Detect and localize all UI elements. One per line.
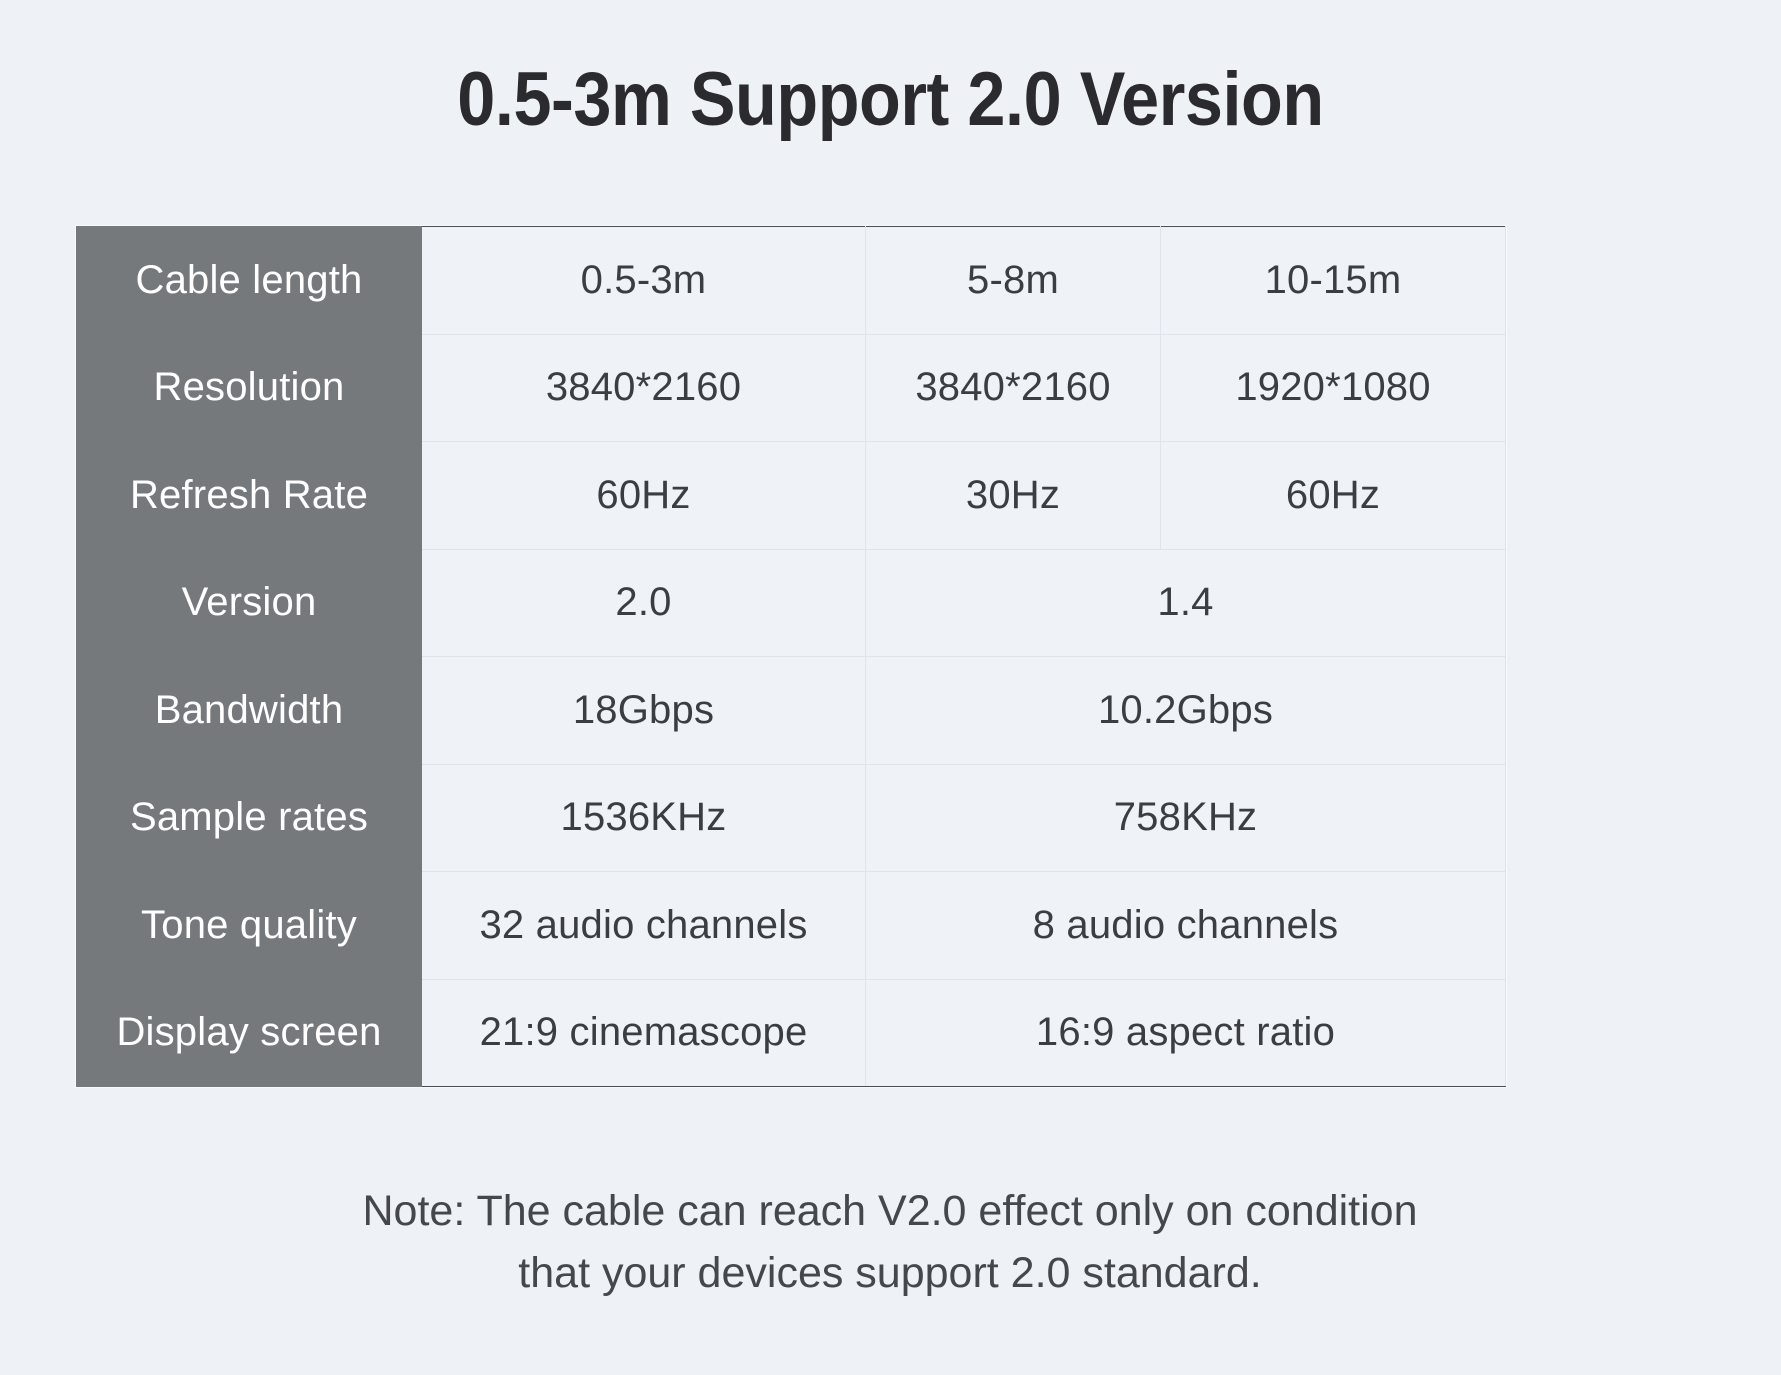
footnote-line-2: that your devices support 2.0 standard. — [518, 1249, 1262, 1298]
cell-bandwidth-col1: 18Gbps — [421, 656, 866, 765]
cell-resolution-col1: 3840*2160 — [421, 333, 866, 442]
row-label-cable-length: Cable length — [76, 226, 422, 335]
table-row: Bandwidth 18Gbps 10.2Gbps — [76, 656, 1506, 765]
table-row: Sample rates 1536KHz 758KHz — [76, 763, 1506, 872]
row-label-resolution: Resolution — [76, 333, 422, 442]
row-label-version: Version — [76, 548, 422, 657]
spec-table-container: Cable length 0.5-3m 5-8m 10-15m Resoluti… — [76, 226, 1506, 1087]
table-row: Refresh Rate 60Hz 30Hz 60Hz — [76, 441, 1506, 550]
row-label-bandwidth: Bandwidth — [76, 656, 422, 765]
cell-cable-length-col3: 10-15m — [1160, 226, 1506, 335]
cell-resolution-col2: 3840*2160 — [865, 333, 1161, 442]
table-row: Cable length 0.5-3m 5-8m 10-15m — [76, 226, 1506, 335]
cell-display-screen-merged: 16:9 aspect ratio — [865, 978, 1506, 1087]
row-label-refresh-rate: Refresh Rate — [76, 441, 422, 550]
spec-sheet-page: 0.5-3m Support 2.0 Version Cable length … — [0, 0, 1781, 1375]
row-label-sample-rates: Sample rates — [76, 763, 422, 872]
cell-cable-length-col1: 0.5-3m — [421, 226, 866, 335]
page-title: 0.5-3m Support 2.0 Version — [457, 57, 1324, 142]
table-row: Resolution 3840*2160 3840*2160 1920*1080 — [76, 333, 1506, 442]
table-row: Version 2.0 1.4 — [76, 548, 1506, 657]
footnote: Note: The cable can reach V2.0 effect on… — [190, 1180, 1590, 1305]
cell-refresh-rate-col2: 30Hz — [865, 441, 1161, 550]
cell-bandwidth-merged: 10.2Gbps — [865, 656, 1506, 765]
cell-resolution-col3: 1920*1080 — [1160, 333, 1506, 442]
row-label-tone-quality: Tone quality — [76, 871, 422, 980]
cell-refresh-rate-col3: 60Hz — [1160, 441, 1506, 550]
row-label-display-screen: Display screen — [76, 978, 422, 1087]
footnote-line-1: Note: The cable can reach V2.0 effect on… — [362, 1187, 1418, 1235]
cell-sample-rates-merged: 758KHz — [865, 763, 1506, 872]
cable-specification-table: Cable length 0.5-3m 5-8m 10-15m Resoluti… — [76, 226, 1506, 1087]
table-row: Tone quality 32 audio channels 8 audio c… — [76, 871, 1506, 980]
cell-tone-quality-merged: 8 audio channels — [865, 871, 1506, 980]
cell-sample-rates-col1: 1536KHz — [421, 763, 866, 872]
cell-version-col1: 2.0 — [421, 548, 866, 657]
cell-refresh-rate-col1: 60Hz — [421, 441, 866, 550]
cell-tone-quality-col1: 32 audio channels — [421, 871, 866, 980]
table-row: Display screen 21:9 cinemascope 16:9 asp… — [76, 978, 1506, 1087]
cell-cable-length-col2: 5-8m — [865, 226, 1161, 335]
cell-display-screen-col1: 21:9 cinemascope — [421, 978, 866, 1087]
cell-version-merged: 1.4 — [865, 548, 1506, 657]
